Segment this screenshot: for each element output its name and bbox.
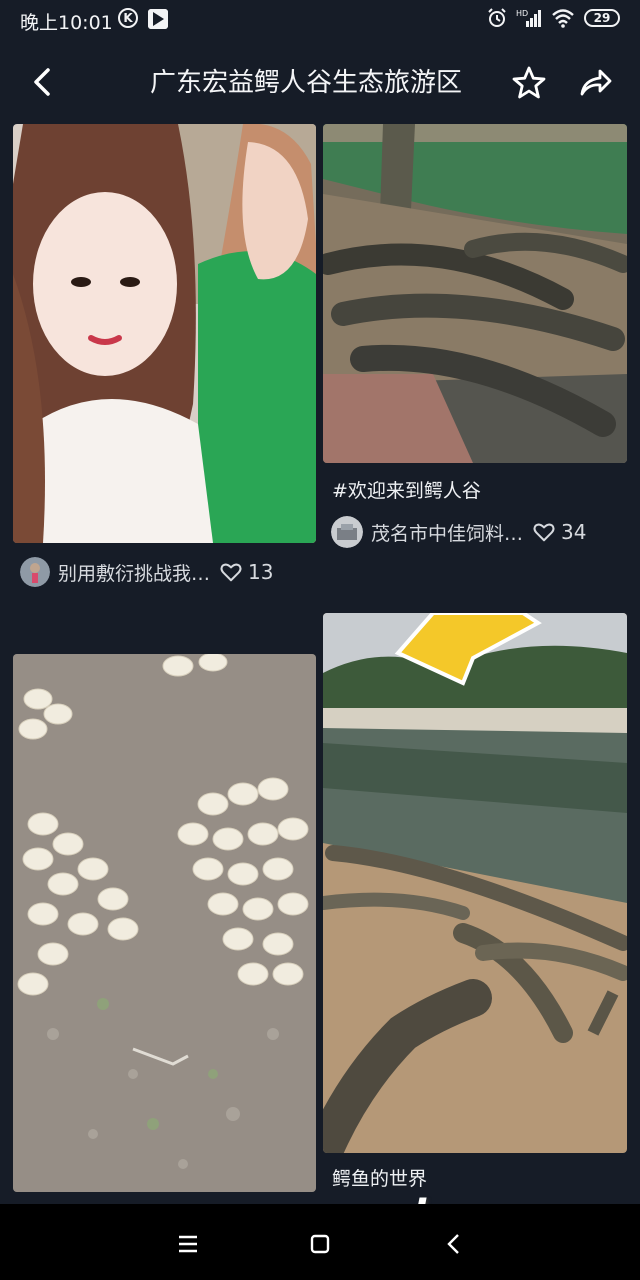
menu-icon[interactable] [170,1226,206,1262]
status-time: 晚上10:01 [20,12,113,34]
star-icon[interactable] [510,64,548,102]
post-caption[interactable]: #欢迎来到鳄人谷 [332,476,481,503]
post-photo-selfie[interactable] [13,124,316,543]
signal-icon: HD [516,9,541,27]
wifi-icon [552,9,574,28]
avatar[interactable] [331,516,363,548]
top-app-bar: 广东宏益鳄人谷生态旅游区 [0,40,640,124]
like-count[interactable]: 13 [220,560,273,584]
like-count-value: 13 [248,560,274,584]
post-meta: 茂名市中佳饲料… 34 [331,516,621,548]
back-icon[interactable] [436,1226,472,1262]
like-count[interactable]: 34 [533,520,586,544]
author-name[interactable]: 茂名市中佳饲料… [371,519,523,546]
battery-indicator: 29 [584,9,620,27]
play-store-icon [148,9,168,29]
post-meta: 别用敷衍挑战我… 13 [20,556,310,588]
avatar[interactable] [20,557,50,587]
k-app-icon: K [118,8,138,28]
page-title: 广东宏益鳄人谷生态旅游区 [150,68,463,98]
system-nav-bar [0,1204,640,1280]
post-photo-crocodiles-lake[interactable] [323,613,627,1153]
like-count-value: 34 [561,520,587,544]
heart-icon[interactable] [533,521,555,543]
share-icon[interactable] [576,64,614,102]
author-name[interactable]: 别用敷衍挑战我… [58,559,210,586]
post-caption[interactable]: 鳄鱼的世界 [332,1164,427,1191]
heart-icon[interactable] [220,561,242,583]
hd-label: HD [516,9,528,18]
home-icon[interactable] [302,1226,338,1262]
back-arrow-icon[interactable] [26,62,62,102]
alarm-icon [488,8,506,27]
status-bar: 晚上10:01 K HD 29 [0,0,640,40]
post-photo-crocodiles-pond[interactable] [323,124,627,463]
post-photo-eggs[interactable] [13,654,316,1192]
